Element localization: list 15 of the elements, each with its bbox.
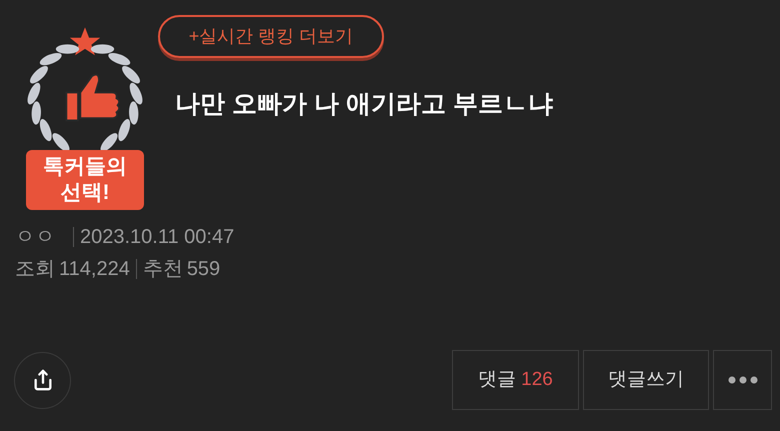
post-date: 2023.10.11 00:47 [80,225,234,250]
share-icon [32,369,54,391]
more-icon [728,376,758,384]
write-comment-button[interactable]: 댓글쓰기 [583,350,709,410]
comments-button[interactable]: 댓글 126 [452,350,579,410]
share-button[interactable] [14,352,71,408]
views-label: 조회 [15,257,55,282]
more-button[interactable] [713,350,772,410]
likes-count: 559 [186,257,220,282]
views-count: 114,224 [59,257,130,282]
author-name: ㅇㅇ [15,225,56,250]
post-title: 나만 오빠가 나 애기라고 부르ㄴ냐 [175,89,553,120]
likes-label: 추천 [142,257,183,282]
ranking-link[interactable]: +실시간 랭킹 더보기 [158,15,384,58]
choice-label: 톡커들의 선택! [26,150,144,210]
